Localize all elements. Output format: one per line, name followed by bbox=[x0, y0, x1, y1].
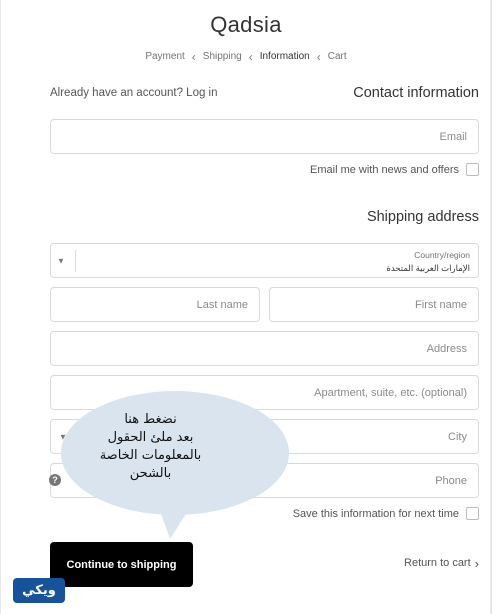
country-select[interactable]: ▼ Country/region الإمارات العربية المتحد… bbox=[50, 243, 479, 278]
annotation-line: بعد ملئ الحقول bbox=[107, 430, 194, 445]
continue-to-shipping-button[interactable]: Continue to shipping bbox=[50, 542, 193, 587]
email-placeholder: Email bbox=[439, 130, 467, 143]
breadcrumb-information: Information bbox=[259, 51, 310, 62]
save-info-checkbox[interactable] bbox=[466, 507, 479, 520]
breadcrumb-payment[interactable]: Payment bbox=[143, 51, 186, 62]
city-placeholder: City bbox=[448, 430, 467, 443]
chevron-left-icon: ‹ bbox=[248, 49, 253, 64]
address-field[interactable]: Address bbox=[50, 331, 479, 366]
return-to-cart-label: Return to cart bbox=[404, 557, 471, 569]
breadcrumb: Payment ‹ Shipping ‹ Information ‹ Cart bbox=[0, 49, 492, 64]
newsletter-checkbox[interactable] bbox=[466, 163, 479, 176]
chevron-left-icon: ‹ bbox=[316, 49, 321, 64]
breadcrumb-shipping[interactable]: Shipping bbox=[201, 51, 244, 62]
store-name: Qadsia bbox=[210, 12, 282, 37]
email-field[interactable]: Email bbox=[50, 119, 479, 154]
save-info-label: Save this information for next time bbox=[292, 507, 459, 520]
breadcrumb-cart[interactable]: Cart bbox=[326, 51, 349, 62]
apartment-placeholder: Apartment, suite, etc. (optional) bbox=[314, 386, 467, 399]
annotation-text: نضغط هنا بعد ملئ الحقول بالمعلومات الخاص… bbox=[83, 411, 218, 483]
last-name-field[interactable]: Last name bbox=[50, 287, 260, 322]
login-prompt[interactable]: Already have an account? Log in bbox=[50, 87, 218, 99]
shipping-heading: Shipping address bbox=[366, 209, 479, 225]
annotation-line: بالشحن bbox=[129, 466, 172, 481]
first-name-field[interactable]: First name bbox=[269, 287, 479, 322]
newsletter-option[interactable]: Email me with news and offers bbox=[310, 163, 479, 176]
watermark-logo: ويكي bbox=[13, 578, 65, 603]
save-info-option[interactable]: Save this information for next time bbox=[293, 507, 479, 520]
annotation-line: بالمعلومات الخاصة bbox=[99, 448, 202, 463]
frame-border-left bbox=[0, 0, 1, 614]
chevron-left-icon: ‹ bbox=[191, 49, 196, 64]
contact-heading: Contact information bbox=[353, 85, 479, 101]
annotation-line: نضغط هنا bbox=[124, 412, 177, 427]
select-divider bbox=[75, 250, 76, 272]
country-label: Country/region bbox=[414, 250, 470, 260]
newsletter-label: Email me with news and offers bbox=[310, 163, 459, 176]
chevron-right-icon: › bbox=[474, 555, 479, 571]
return-to-cart-link[interactable]: Return to cart › bbox=[404, 555, 479, 571]
phone-placeholder: Phone bbox=[435, 474, 467, 487]
address-placeholder: Address bbox=[426, 342, 467, 355]
first-name-placeholder: First name bbox=[415, 298, 467, 311]
country-value: الإمارات العربية المتحدة bbox=[386, 263, 470, 273]
last-name-placeholder: Last name bbox=[196, 298, 248, 311]
caret-down-icon: ▼ bbox=[57, 256, 65, 265]
